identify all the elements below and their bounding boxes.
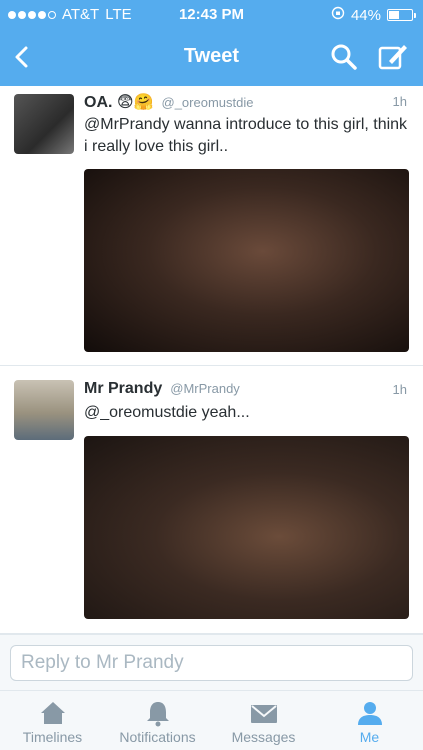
tweet-photo[interactable] bbox=[84, 169, 409, 352]
header: AT&T LTE 12:43 PM 44% Tweet bbox=[0, 0, 423, 86]
tweet-time: 1h bbox=[392, 382, 407, 397]
user-handle: @MrPrandy bbox=[170, 381, 240, 396]
tab-label: Notifications bbox=[119, 729, 196, 745]
tweet-item[interactable]: OA. 😨🤗 @_oreomustdie 1h @MrPrandy wanna … bbox=[0, 86, 423, 366]
person-icon bbox=[357, 702, 382, 725]
tweet-text: @MrPrandy wanna introduce to this girl, … bbox=[84, 116, 408, 155]
tweet-text: @_oreomustdie yeah... bbox=[84, 404, 250, 421]
home-icon bbox=[40, 702, 65, 724]
bell-icon bbox=[146, 702, 169, 727]
tab-bar: Timelines Notifications Messages Me bbox=[0, 690, 423, 750]
search-icon bbox=[331, 44, 357, 70]
reply-input[interactable] bbox=[10, 645, 413, 681]
avatar[interactable] bbox=[14, 380, 74, 440]
battery-icon bbox=[387, 9, 416, 21]
envelope-icon bbox=[250, 705, 277, 723]
tab-label: Messages bbox=[231, 729, 296, 745]
tab-label: Timelines bbox=[22, 729, 83, 745]
compose-icon bbox=[378, 45, 407, 70]
tweet-item[interactable]: Mr Prandy @MrPrandy 1h @_oreomustdie yea… bbox=[0, 366, 423, 634]
tab-timelines[interactable]: Timelines bbox=[0, 691, 105, 750]
user-name[interactable]: OA. 😨🤗 bbox=[84, 92, 154, 112]
search-button[interactable] bbox=[329, 42, 359, 72]
compose-button[interactable] bbox=[377, 42, 409, 72]
tab-label: Me bbox=[359, 729, 380, 745]
tweet-time: 1h bbox=[392, 94, 407, 109]
tab-notifications[interactable]: Notifications bbox=[105, 691, 210, 750]
battery-percent: 44% bbox=[350, 6, 381, 24]
tab-me[interactable]: Me bbox=[317, 691, 422, 750]
user-handle: @_oreomustdie bbox=[161, 95, 254, 110]
nav-bar: Tweet bbox=[0, 30, 423, 86]
page-title: Tweet bbox=[183, 45, 240, 67]
user-name[interactable]: Mr Prandy bbox=[84, 380, 162, 398]
status-bar: AT&T LTE 12:43 PM 44% bbox=[0, 0, 423, 30]
orientation-lock-icon bbox=[331, 6, 345, 24]
avatar[interactable] bbox=[14, 94, 74, 154]
tweet-photo[interactable] bbox=[84, 436, 409, 619]
reply-bar bbox=[0, 634, 423, 690]
tab-messages[interactable]: Messages bbox=[211, 691, 316, 750]
